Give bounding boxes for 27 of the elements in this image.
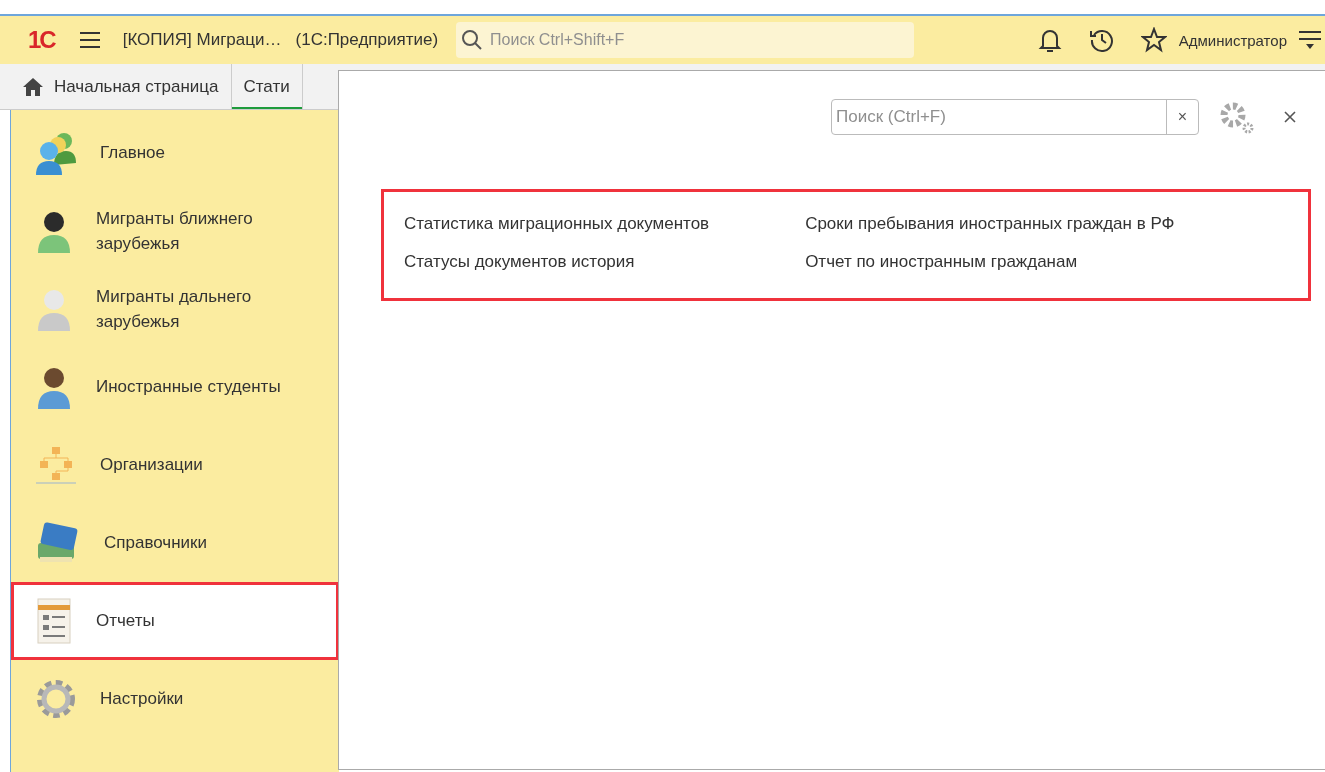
sidebar-item[interactable]: Отчеты [11, 582, 339, 660]
sidebar-item[interactable]: Мигранты дальнего зарубежья [11, 270, 339, 348]
window-title: [КОПИЯ] Миграци… [122, 30, 282, 50]
search-input[interactable]: Поиск Ctrl+Shift+F [488, 30, 915, 50]
gear-icon [34, 677, 78, 721]
app-logo[interactable]: 1С [28, 26, 55, 54]
sidebar-item[interactable]: Иностранные студенты [11, 348, 339, 426]
sidebar-item[interactable]: Мигранты ближнего зарубежья [11, 192, 339, 270]
home-icon [22, 76, 44, 97]
sidebar-item[interactable]: Главное [11, 114, 339, 192]
clear-button[interactable]: × [1166, 100, 1198, 134]
search-field[interactable]: Поиск Ctrl+Shift+F [456, 22, 915, 58]
report-icon [34, 597, 74, 645]
sidebar-item[interactable]: Справочники [11, 504, 339, 582]
report-link[interactable]: Статусы документов история [404, 252, 710, 272]
people-icon [34, 131, 78, 175]
sidebar-item[interactable]: Настройки [11, 660, 339, 738]
search-field[interactable]: Поиск (Ctrl+F) × [831, 99, 1199, 135]
report-link[interactable]: Отчет по иностранным гражданам [805, 252, 1175, 272]
sidebar-item[interactable]: Организации [11, 426, 339, 504]
star-icon[interactable] [1138, 25, 1169, 55]
report-link[interactable]: Сроки пребывания иностранных граждан в РФ [805, 214, 1175, 234]
user-name[interactable]: Администратор [1178, 31, 1287, 49]
window-subtitle: (1С:Предприятие) [295, 30, 439, 50]
tab[interactable]: Стати [231, 64, 303, 109]
report-link[interactable]: Статистика миграционных документов [404, 214, 710, 234]
org-chart-icon [34, 445, 78, 485]
